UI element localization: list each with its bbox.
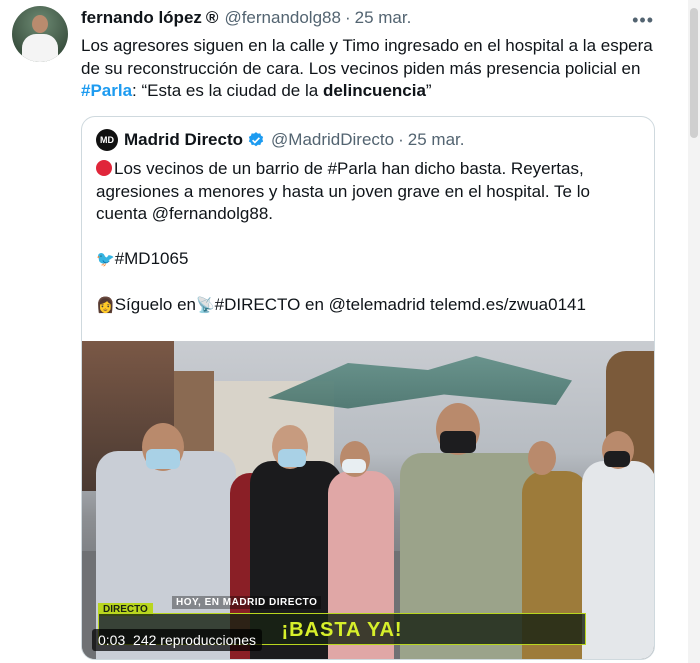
separator-dot: · [344,8,351,27]
video-overlay-caption: HOY, EN MADRID DIRECTO [172,596,322,609]
scrollbar-thumb[interactable] [690,8,698,138]
quote-line-3: 👩Síguelo en📡#DIRECTO en @telemadrid tele… [96,294,644,318]
verified-icon [248,132,264,147]
quote-line-3-text[interactable]: #DIRECTO en @telemadrid telemd.es/zwua01… [215,295,586,314]
quote-avatar[interactable]: MD [96,129,118,151]
avatar[interactable] [12,6,68,62]
person-emoji-icon: 👩 [96,297,115,314]
video-person-mask [604,451,630,467]
video-player[interactable]: HOY, EN MADRID DIRECTO DIRECTO ¡BASTA YA… [82,341,654,659]
video-play-info: 0:03 242 reproducciones [92,629,263,651]
quote-line-2: 🐦#MD1065 [96,248,644,272]
video-person-mask [342,459,366,473]
tweet-header: fernando lópez ® @fernandolg88 · 25 mar. [81,8,411,28]
quote-line-2-text[interactable]: #MD1065 [115,249,189,268]
author-handle[interactable]: @fernandolg88 [224,8,341,27]
satellite-emoji-icon: 📡 [195,297,215,314]
video-time: 0:03 [98,632,126,648]
quote-line-1-text: Los vecinos de un barrio de #Parla han d… [96,159,590,223]
author-name[interactable]: fernando lópez [81,8,202,27]
tweet-text-part2: : “Esta es la ciudad de la [132,81,323,100]
tweet-date[interactable]: 25 mar. [355,8,412,27]
avatar-head [32,15,48,33]
bird-emoji-icon: 🐦 [96,251,115,268]
avatar-shirt [22,34,58,62]
author-badge: ® [205,8,219,27]
tweet-text-part3: ” [425,81,432,100]
quote-date[interactable]: 25 mar. [408,130,465,150]
quote-separator: · [398,130,404,149]
video-person-mask [278,449,306,467]
tweet-text: Los agresores siguen en la calle y Timo … [81,35,671,103]
quote-header: MD Madrid Directo @MadridDirecto · 25 ma… [96,129,464,151]
quote-spacer [96,226,644,249]
video-views: 242 reproducciones [133,632,257,648]
quote-text: Los vecinos de un barrio de #Parla han d… [96,158,644,318]
quote-author-name[interactable]: Madrid Directo [124,130,243,150]
video-person [582,461,654,659]
tweet[interactable]: fernando lópez ® @fernandolg88 · 25 mar. •••… [0,0,700,663]
video-person-mask [146,449,180,469]
hashtag-link[interactable]: #Parla [81,81,132,100]
tweet-bold-word: delincuencia [322,81,426,100]
quoted-tweet[interactable]: MD Madrid Directo @MadridDirecto · 25 ma… [81,116,655,660]
scrollbar[interactable] [688,0,700,663]
quote-spacer [96,272,644,295]
more-icon[interactable]: ••• [632,10,654,31]
quote-line-1: Los vecinos de un barrio de #Parla han d… [96,158,644,226]
tweet-text-part1: Los agresores siguen en la calle y Timo … [81,36,653,78]
red-circle-icon [96,160,112,176]
quote-line-3-prefix: Síguelo en [114,295,196,314]
video-person-head [528,441,556,475]
quote-author-handle[interactable]: @MadridDirecto [271,130,394,150]
video-person-mask [440,431,476,453]
